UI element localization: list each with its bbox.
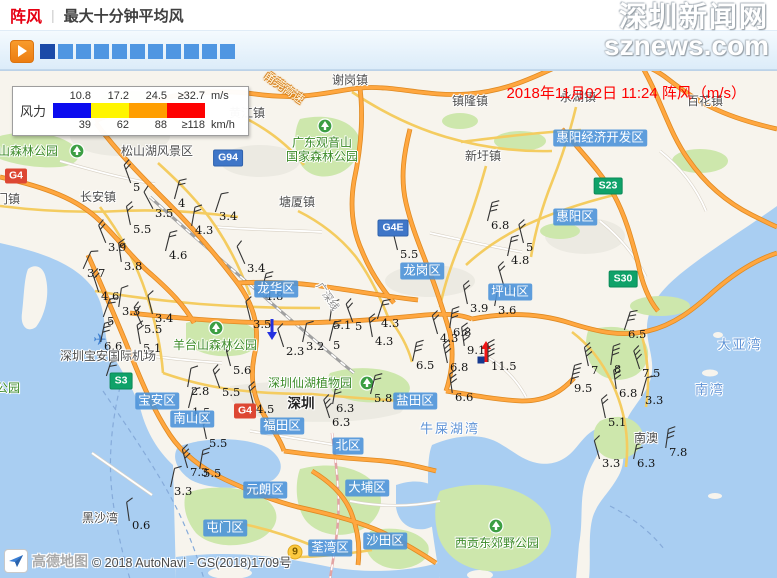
timeline-frame-1[interactable] xyxy=(40,44,55,59)
legend-stop: 10.8 xyxy=(53,90,91,102)
map-label-saikung: 西贡东郊野公园 xyxy=(455,536,539,550)
map-label-tsuenwan: 荃湾区 xyxy=(308,540,352,557)
map-label-longhua: 龙华区 xyxy=(254,281,298,298)
road-badge-s23-4: S23 xyxy=(594,177,623,194)
map-label-senlin-partial: 山森林公园 xyxy=(0,144,58,158)
map-label-baoan-airport: 深圳宝安国际机场 xyxy=(60,349,156,363)
map-label-tangxia: 塘厦镇 xyxy=(279,195,315,209)
map-label-zhenlong: 镇隆镇 xyxy=(452,94,488,108)
tab-max-ten-min-wind[interactable]: 最大十分钟平均风 xyxy=(64,5,184,26)
map-label-taipo: 大埔区 xyxy=(345,480,389,497)
road-badge-s3-3: S3 xyxy=(110,372,133,389)
road-badge-g4-0: G4 xyxy=(5,168,27,183)
legend-bar xyxy=(53,103,205,118)
map-label-nanao: 南澳 xyxy=(634,431,658,445)
timeline-frame-8[interactable] xyxy=(166,44,181,59)
amap-logo-text: 高德地图 xyxy=(32,551,88,571)
legend-stop: 88 xyxy=(129,119,167,131)
map-label-yuenlong: 元朗区 xyxy=(243,482,287,499)
legend-stop: ≥118 xyxy=(167,119,205,131)
legend-stops-top: 10.817.224.5≥32.7 xyxy=(53,90,205,102)
timeline-frame-10[interactable] xyxy=(202,44,217,59)
site-watermark: 深圳新闻网 sznews.com xyxy=(604,3,769,60)
map-label-guangshen-rail: 广深线 xyxy=(313,280,341,313)
map-label-layer: 谢岗镇镇隆镇黄江镇永湖镇百花镇松山湖风景区长安镇门镇新圩镇塘厦镇南澳黑沙湾深圳深… xyxy=(0,71,777,578)
map-label-futian: 福田区 xyxy=(260,418,304,435)
legend-stop: 62 xyxy=(91,119,129,131)
map-label-shatin: 沙田区 xyxy=(363,533,407,550)
map-label-xinwei: 新圩镇 xyxy=(465,149,501,163)
map-label-shenzhen-city: 深圳 xyxy=(288,396,315,412)
road-badge-g4e-2: G4E xyxy=(377,219,408,236)
timeline-frame-7[interactable] xyxy=(148,44,163,59)
legend-unit-bottom: km/h xyxy=(211,119,241,131)
timeline-frame-4[interactable] xyxy=(94,44,109,59)
road-badge-g94-1: G94 xyxy=(213,149,243,166)
legend-stop: 17.2 xyxy=(91,90,129,102)
paper-plane-icon xyxy=(8,553,24,569)
watermark-site-url: sznews.com xyxy=(604,32,769,61)
map-label-niushihuwan: 牛屎湖湾 xyxy=(420,421,480,437)
timeline-frame-11[interactable] xyxy=(220,44,235,59)
map-label-gongyuan-partial: 公园 xyxy=(0,381,20,395)
timeline-frame-9[interactable] xyxy=(184,44,199,59)
legend-stop: 39 xyxy=(53,119,91,131)
map-label-heishawan: 黑沙湾 xyxy=(82,511,118,525)
map-label-nanwan: 南湾 xyxy=(695,382,725,398)
timeline-frame-5[interactable] xyxy=(112,44,127,59)
play-button[interactable] xyxy=(10,40,34,63)
timeline-frame-6[interactable] xyxy=(130,44,145,59)
map-label-songshanhu: 松山湖风景区 xyxy=(121,144,193,158)
legend-segment-3 xyxy=(129,103,167,118)
wind-legend: 风力 10.817.224.5≥32.7 m/s 396288≥118 km/h xyxy=(12,86,249,136)
road-badge-s30-5: S30 xyxy=(609,270,638,287)
page-title: 阵风 xyxy=(10,3,42,27)
title-separator: | xyxy=(51,7,55,23)
map-label-xianhu: 深圳仙湖植物园 xyxy=(268,376,352,390)
map-label-huiyang-kaifaqu: 惠阳经济开发区 xyxy=(553,130,647,147)
legend-title: 风力 xyxy=(20,101,46,120)
timeline xyxy=(40,44,235,59)
map-label-tuenmun: 屯门区 xyxy=(203,520,247,537)
play-icon xyxy=(18,45,27,57)
legend-segment-2 xyxy=(91,103,129,118)
map-label-dayawan: 大亚湾 xyxy=(717,337,762,353)
map-label-pingshan: 坪山区 xyxy=(488,284,532,301)
amap-logo-icon xyxy=(4,549,28,573)
map-label-yongguan-expwy: 甬莞高速 xyxy=(260,70,306,108)
map-label-changan: 长安镇 xyxy=(80,190,116,204)
map-label-yantian: 盐田区 xyxy=(393,393,437,410)
timeline-frame-2[interactable] xyxy=(58,44,73,59)
map-label-north-district: 北区 xyxy=(332,438,363,455)
legend-body: 10.817.224.5≥32.7 m/s 396288≥118 km/h xyxy=(53,89,241,132)
map-label-baoan: 宝安区 xyxy=(135,393,179,410)
map-label-guanyinshan: 广东观音山国家森林公园 xyxy=(286,136,358,165)
map-label-yangtaishan: 羊台山森林公园 xyxy=(173,338,257,352)
map-label-huiyang: 惠阳区 xyxy=(553,209,597,226)
frame-timestamp: 2018年11月02日 11:24 阵风（m/s） xyxy=(506,82,746,103)
legend-segment-4 xyxy=(167,103,205,118)
map-label-nanshan: 南山区 xyxy=(170,411,214,428)
legend-stops-bottom: 396288≥118 xyxy=(53,119,205,131)
legend-segment-1 xyxy=(53,103,91,118)
map-attribution: 高德地图 © 2018 AutoNavi - GS(2018)1709号 xyxy=(4,549,292,573)
map-label-longgang: 龙岗区 xyxy=(400,263,444,280)
road-badge-g4-6: G4 xyxy=(234,403,256,418)
map-canvas[interactable]: ✈ 543.53.45.54.33.94.63.83.74.63.33.455.… xyxy=(0,70,777,578)
legend-stop: ≥32.7 xyxy=(167,90,205,102)
legend-stop: 24.5 xyxy=(129,90,167,102)
map-label-humen-partial: 门镇 xyxy=(0,192,20,206)
copyright-text: © 2018 AutoNavi - GS(2018)1709号 xyxy=(92,552,292,571)
timeline-frame-3[interactable] xyxy=(76,44,91,59)
legend-unit-top: m/s xyxy=(211,90,241,102)
map-label-xiegang: 谢岗镇 xyxy=(332,73,368,87)
watermark-site-name: 深圳新闻网 xyxy=(604,3,769,32)
